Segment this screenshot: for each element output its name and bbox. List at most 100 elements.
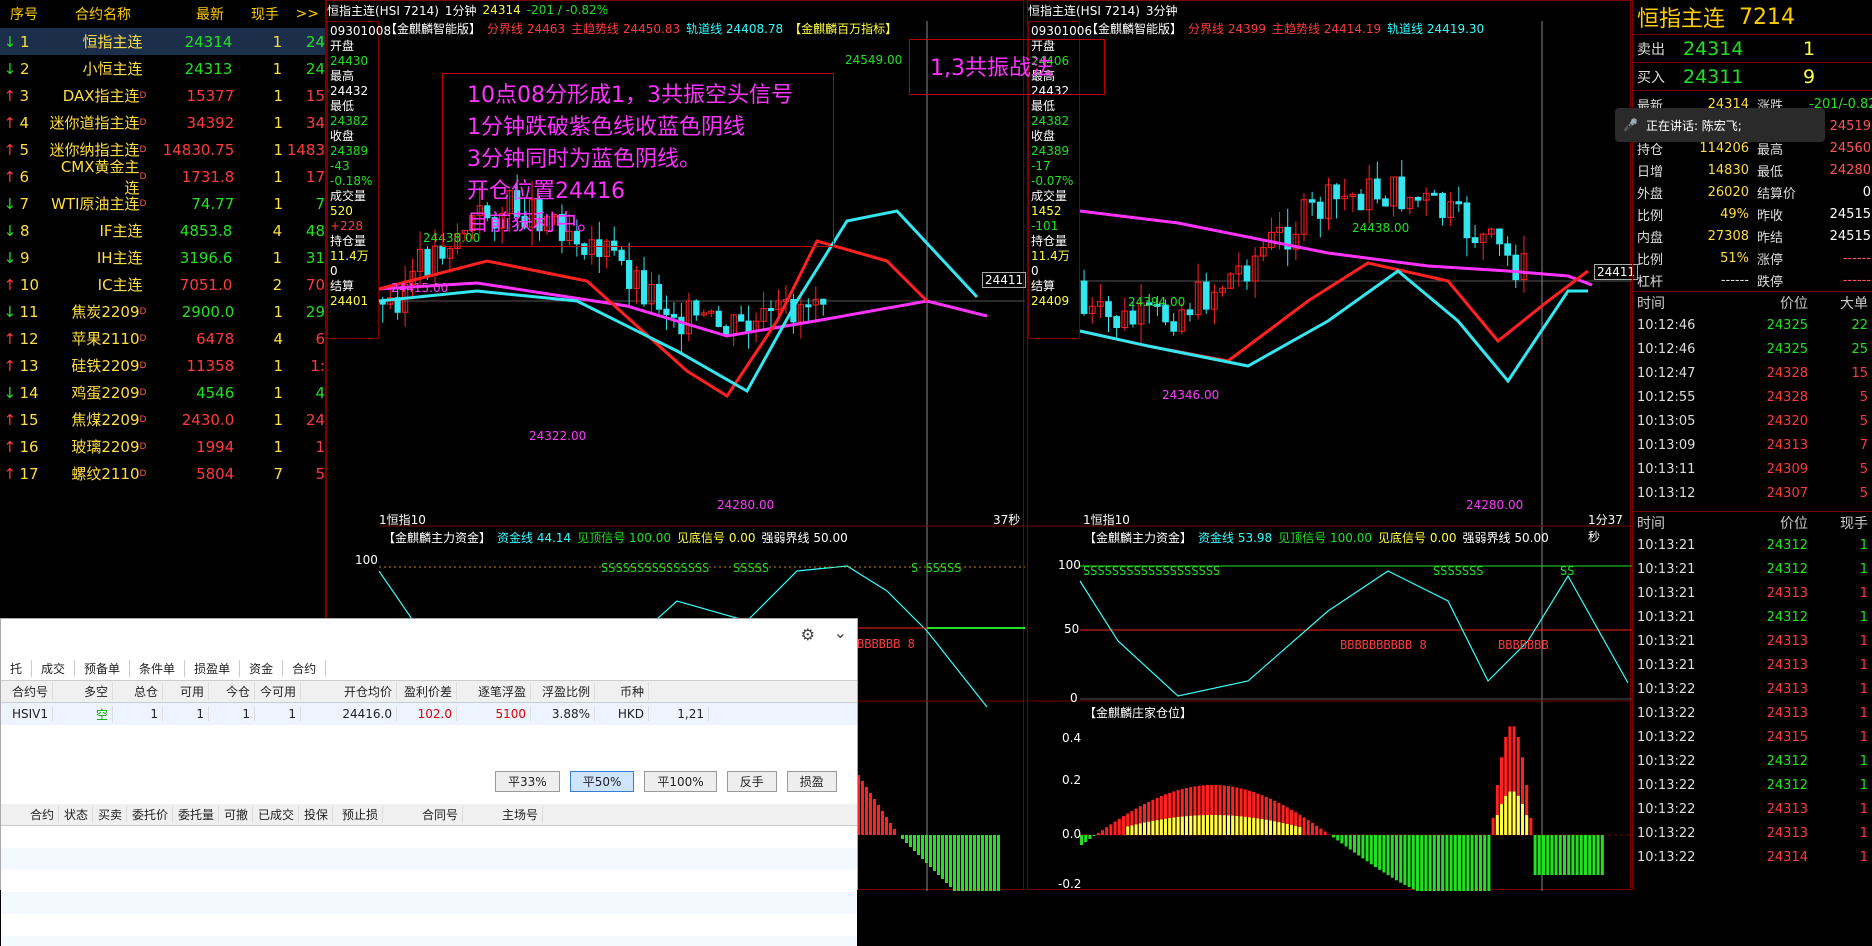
watchlist-row[interactable]: ↑ 15 焦煤2209 D 2430.0 1 24: [0, 406, 325, 433]
position-bar: [1445, 835, 1449, 891]
dialog-tab[interactable]: 成交: [32, 660, 76, 677]
row-volume: 1: [273, 410, 284, 429]
dialog-tab[interactable]: 条件单: [130, 660, 186, 677]
watchlist-row[interactable]: ↓ 1 恒指主连 24314 1 24: [0, 28, 325, 55]
chart-3min[interactable]: 恒指主连(HSI 7214) 3分钟 【金麒麟智能版】 分界线 24399 主趋…: [909, 0, 1639, 891]
position-bar: [949, 835, 952, 887]
row-volume: 1: [272, 59, 283, 78]
position-bar: [1332, 835, 1335, 838]
close-position-button[interactable]: 损盈: [786, 771, 837, 792]
position-bar: [1474, 835, 1478, 891]
position-bar: [1479, 835, 1482, 891]
watchlist-row[interactable]: ↓ 9 IH主连 3196.6 1 31: [0, 244, 325, 271]
orders-column-header[interactable]: 委托量: [173, 806, 219, 823]
positions-column-header[interactable]: 浮盈比例: [531, 683, 595, 700]
positions-column-header[interactable]: 今可用: [255, 683, 301, 700]
orders-column-header[interactable]: 已成交: [253, 806, 299, 823]
col-last[interactable]: 最新: [158, 4, 224, 24]
watchlist-row[interactable]: ↓ 11 焦炭2209 D 2900.0 1 29: [0, 298, 325, 325]
position-bar: [1311, 822, 1314, 835]
position-bar: [1403, 835, 1407, 885]
dialog-tab[interactable]: 损盈单: [185, 660, 241, 677]
orders-column-header[interactable]: 投保: [299, 806, 333, 823]
watchlist-row[interactable]: ↑ 4 迷你道指主连 D 34392 1 34: [0, 109, 325, 136]
position-bar: [869, 793, 872, 835]
dialog-tabs: 托成交 预备单 条件单 损盈单 资金 合约: [1, 657, 857, 681]
direction-arrow-icon: ↓: [3, 248, 17, 267]
tick-time: 10:13:21: [1637, 657, 1696, 673]
positions-column-header[interactable]: 可用: [163, 683, 209, 700]
positions-column-header[interactable]: 合约号: [1, 683, 53, 700]
positions-column-header[interactable]: 今仓: [209, 683, 255, 700]
position-row[interactable]: HSIV1 空 1 1 1 1 24416.0 102.0 5100 3.88% HKD 1,21: [1, 703, 857, 725]
position-bar: [1575, 835, 1579, 875]
tick-price: 24312: [1766, 561, 1808, 577]
close-position-button[interactable]: 平100%: [644, 771, 717, 792]
col-volume[interactable]: 现手: [224, 4, 279, 24]
watchlist-row[interactable]: ↑ 17 螺纹2110 D 5804 7 5: [0, 460, 325, 487]
close-position-button[interactable]: 平33%: [495, 771, 560, 792]
col-index[interactable]: 序号: [0, 4, 48, 24]
positions-header: 合约号 多空 总仓 可用 今仓 今可用 开仓均价 盈利价差 逐笔浮盈 浮盈比例 币种: [1, 681, 857, 703]
c2-sub2-name[interactable]: 【金麒麟庄家仓位】: [1084, 704, 1192, 721]
tick-row: 10:13:12 24307 5: [1633, 481, 1872, 505]
tick-volume: 1: [1859, 705, 1868, 721]
close-position-button[interactable]: 平50%: [569, 771, 635, 792]
row-flag: D: [139, 90, 147, 101]
watchlist-row[interactable]: ↑ 6 CMX黄金主连 D 1731.8 1 17: [0, 158, 325, 197]
orders-column-header[interactable]: 预止损: [333, 806, 383, 823]
positions-column-header[interactable]: 开仓均价: [301, 683, 397, 700]
c1-signal-b: BBBBBB 8: [857, 637, 915, 651]
tick-time: 10:13:11: [1637, 461, 1696, 477]
watchlist-row[interactable]: ↓ 14 鸡蛋2209 D 4546 1 4: [0, 379, 325, 406]
watchlist-row[interactable]: ↑ 13 硅铁2209 D 11358 1 1:: [0, 352, 325, 379]
settings-icon[interactable]: ⚙: [801, 625, 815, 644]
orders-column-header[interactable]: 可撤: [219, 806, 253, 823]
dialog-tab[interactable]: 预备单: [75, 660, 131, 677]
orders-column-header[interactable]: 合约: [1, 806, 59, 823]
voice-chat-overlay[interactable]: 🎤 正在讲话: 陈宏飞;: [1615, 108, 1825, 142]
ticks1-header: 时间 价位 大单: [1633, 291, 1872, 313]
positions-column-header[interactable]: 币种: [595, 683, 649, 700]
watchlist-row[interactable]: ↑ 10 IC主连 7051.0 2 70: [0, 271, 325, 298]
watchlist-row[interactable]: ↑ 16 玻璃2209 D 1994 1 1: [0, 433, 325, 460]
direction-arrow-icon: ↑: [3, 410, 17, 429]
row-last: 6478: [196, 329, 235, 348]
c2-y0: 0: [1070, 691, 1078, 705]
watchlist-row[interactable]: ↑ 3 DAX指主连 D 15377 1 15: [0, 82, 325, 109]
dialog-tab[interactable]: 合约: [283, 660, 327, 677]
orders-column-header[interactable]: 合同号: [383, 806, 463, 823]
position-bar: [1453, 835, 1457, 891]
candle-body: [655, 283, 663, 310]
col-name[interactable]: 合约名称: [48, 4, 158, 24]
tick-row: 10:13:22 24315 1: [1633, 725, 1872, 749]
positions-column-header[interactable]: 总仓: [113, 683, 163, 700]
position-bar-inner: [1143, 822, 1146, 835]
row-volume: 1: [273, 86, 284, 105]
close-position-button[interactable]: 反手: [726, 771, 777, 792]
watchlist-row[interactable]: ↑ 12 苹果2110 D 6478 4 6: [0, 325, 325, 352]
watchlist-row[interactable]: ↓ 2 小恒主连 24313 1 24: [0, 55, 325, 82]
collapse-icon[interactable]: ⌄: [834, 623, 847, 642]
tick-volume: 1: [1859, 825, 1868, 841]
position-bar-inner: [1130, 825, 1134, 835]
positions-column-header[interactable]: 盈利价差: [397, 683, 457, 700]
orders-column-header[interactable]: 委托价: [127, 806, 173, 823]
position-bar: [965, 835, 968, 891]
orders-column-header[interactable]: 主场号: [463, 806, 543, 823]
c2-footer: 1恒指10: [1083, 513, 1130, 527]
positions-column-header[interactable]: 逐笔浮盈: [457, 683, 531, 700]
dialog-tab[interactable]: 资金: [240, 660, 284, 677]
dialog-tab[interactable]: 托: [1, 660, 33, 677]
watchlist-row[interactable]: ↓ 8 IF主连 4853.8 4 48: [0, 217, 325, 244]
orders-column-header[interactable]: 买卖: [93, 806, 127, 823]
watchlist-row[interactable]: ↓ 7 WTI原油主连 D 74.77 1 7: [0, 190, 325, 217]
orders-list: [1, 826, 857, 946]
c1-sub-name[interactable]: 【金麒麟主力资金】: [383, 529, 491, 546]
position-bar-inner: [1151, 820, 1155, 835]
stat-label: 昨结: [1757, 230, 1784, 246]
positions-column-header[interactable]: 多空: [53, 683, 113, 700]
orders-column-header[interactable]: 状态: [59, 806, 93, 823]
c2-sub-name[interactable]: 【金麒麟主力资金】: [1084, 529, 1192, 546]
col-more-button[interactable]: >>: [279, 6, 319, 22]
